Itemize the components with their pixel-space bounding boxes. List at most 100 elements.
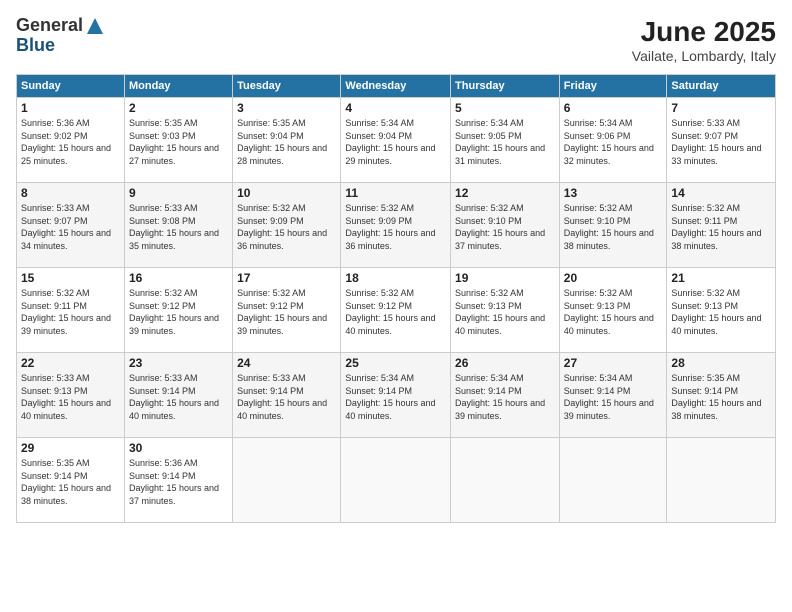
- day-number: 30: [129, 441, 228, 455]
- day-info: Sunrise: 5:32 AMSunset: 9:12 PMDaylight:…: [345, 288, 435, 336]
- day-info: Sunrise: 5:32 AMSunset: 9:13 PMDaylight:…: [455, 288, 545, 336]
- table-row: 17 Sunrise: 5:32 AMSunset: 9:12 PMDaylig…: [233, 268, 341, 353]
- calendar-table: Sunday Monday Tuesday Wednesday Thursday…: [16, 74, 776, 523]
- day-number: 11: [345, 186, 446, 200]
- day-number: 10: [237, 186, 336, 200]
- col-wednesday: Wednesday: [341, 75, 451, 98]
- logo-icon: [85, 16, 105, 36]
- table-row: 14 Sunrise: 5:32 AMSunset: 9:11 PMDaylig…: [667, 183, 776, 268]
- day-number: 15: [21, 271, 120, 285]
- day-info: Sunrise: 5:32 AMSunset: 9:12 PMDaylight:…: [129, 288, 219, 336]
- calendar-week-row: 1 Sunrise: 5:36 AMSunset: 9:02 PMDayligh…: [17, 98, 776, 183]
- day-number: 21: [671, 271, 771, 285]
- table-row: 6 Sunrise: 5:34 AMSunset: 9:06 PMDayligh…: [559, 98, 667, 183]
- table-row: 16 Sunrise: 5:32 AMSunset: 9:12 PMDaylig…: [124, 268, 232, 353]
- day-info: Sunrise: 5:34 AMSunset: 9:14 PMDaylight:…: [455, 373, 545, 421]
- day-info: Sunrise: 5:34 AMSunset: 9:14 PMDaylight:…: [345, 373, 435, 421]
- table-row: 15 Sunrise: 5:32 AMSunset: 9:11 PMDaylig…: [17, 268, 125, 353]
- day-number: 4: [345, 101, 446, 115]
- table-row: [667, 438, 776, 523]
- table-row: 9 Sunrise: 5:33 AMSunset: 9:08 PMDayligh…: [124, 183, 232, 268]
- day-number: 16: [129, 271, 228, 285]
- table-row: 13 Sunrise: 5:32 AMSunset: 9:10 PMDaylig…: [559, 183, 667, 268]
- location-title: Vailate, Lombardy, Italy: [632, 48, 776, 64]
- day-number: 24: [237, 356, 336, 370]
- month-title: June 2025: [632, 16, 776, 48]
- day-number: 28: [671, 356, 771, 370]
- day-number: 8: [21, 186, 120, 200]
- header: General Blue June 2025 Vailate, Lombardy…: [16, 16, 776, 64]
- table-row: [451, 438, 560, 523]
- logo: General Blue: [16, 16, 105, 56]
- day-info: Sunrise: 5:33 AMSunset: 9:14 PMDaylight:…: [237, 373, 327, 421]
- col-sunday: Sunday: [17, 75, 125, 98]
- day-number: 23: [129, 356, 228, 370]
- day-number: 20: [564, 271, 663, 285]
- table-row: 24 Sunrise: 5:33 AMSunset: 9:14 PMDaylig…: [233, 353, 341, 438]
- day-number: 17: [237, 271, 336, 285]
- col-friday: Friday: [559, 75, 667, 98]
- day-number: 22: [21, 356, 120, 370]
- day-info: Sunrise: 5:33 AMSunset: 9:07 PMDaylight:…: [21, 203, 111, 251]
- day-number: 25: [345, 356, 446, 370]
- table-row: 12 Sunrise: 5:32 AMSunset: 9:10 PMDaylig…: [451, 183, 560, 268]
- day-number: 6: [564, 101, 663, 115]
- day-info: Sunrise: 5:33 AMSunset: 9:07 PMDaylight:…: [671, 118, 761, 166]
- table-row: 22 Sunrise: 5:33 AMSunset: 9:13 PMDaylig…: [17, 353, 125, 438]
- table-row: 29 Sunrise: 5:35 AMSunset: 9:14 PMDaylig…: [17, 438, 125, 523]
- table-row: 1 Sunrise: 5:36 AMSunset: 9:02 PMDayligh…: [17, 98, 125, 183]
- day-info: Sunrise: 5:32 AMSunset: 9:10 PMDaylight:…: [564, 203, 654, 251]
- day-number: 13: [564, 186, 663, 200]
- day-number: 12: [455, 186, 555, 200]
- day-info: Sunrise: 5:32 AMSunset: 9:13 PMDaylight:…: [671, 288, 761, 336]
- calendar-week-row: 29 Sunrise: 5:35 AMSunset: 9:14 PMDaylig…: [17, 438, 776, 523]
- day-info: Sunrise: 5:32 AMSunset: 9:09 PMDaylight:…: [237, 203, 327, 251]
- table-row: 26 Sunrise: 5:34 AMSunset: 9:14 PMDaylig…: [451, 353, 560, 438]
- table-row: 2 Sunrise: 5:35 AMSunset: 9:03 PMDayligh…: [124, 98, 232, 183]
- table-row: 5 Sunrise: 5:34 AMSunset: 9:05 PMDayligh…: [451, 98, 560, 183]
- table-row: 23 Sunrise: 5:33 AMSunset: 9:14 PMDaylig…: [124, 353, 232, 438]
- table-row: 19 Sunrise: 5:32 AMSunset: 9:13 PMDaylig…: [451, 268, 560, 353]
- day-info: Sunrise: 5:35 AMSunset: 9:14 PMDaylight:…: [21, 458, 111, 506]
- day-number: 1: [21, 101, 120, 115]
- day-number: 7: [671, 101, 771, 115]
- calendar-week-row: 15 Sunrise: 5:32 AMSunset: 9:11 PMDaylig…: [17, 268, 776, 353]
- day-number: 26: [455, 356, 555, 370]
- day-info: Sunrise: 5:34 AMSunset: 9:04 PMDaylight:…: [345, 118, 435, 166]
- day-info: Sunrise: 5:32 AMSunset: 9:10 PMDaylight:…: [455, 203, 545, 251]
- col-saturday: Saturday: [667, 75, 776, 98]
- day-info: Sunrise: 5:33 AMSunset: 9:08 PMDaylight:…: [129, 203, 219, 251]
- table-row: 28 Sunrise: 5:35 AMSunset: 9:14 PMDaylig…: [667, 353, 776, 438]
- table-row: [341, 438, 451, 523]
- day-number: 18: [345, 271, 446, 285]
- day-number: 5: [455, 101, 555, 115]
- day-info: Sunrise: 5:35 AMSunset: 9:03 PMDaylight:…: [129, 118, 219, 166]
- day-number: 19: [455, 271, 555, 285]
- day-info: Sunrise: 5:36 AMSunset: 9:14 PMDaylight:…: [129, 458, 219, 506]
- day-info: Sunrise: 5:33 AMSunset: 9:14 PMDaylight:…: [129, 373, 219, 421]
- table-row: 18 Sunrise: 5:32 AMSunset: 9:12 PMDaylig…: [341, 268, 451, 353]
- table-row: 4 Sunrise: 5:34 AMSunset: 9:04 PMDayligh…: [341, 98, 451, 183]
- day-info: Sunrise: 5:34 AMSunset: 9:14 PMDaylight:…: [564, 373, 654, 421]
- table-row: 25 Sunrise: 5:34 AMSunset: 9:14 PMDaylig…: [341, 353, 451, 438]
- table-row: 10 Sunrise: 5:32 AMSunset: 9:09 PMDaylig…: [233, 183, 341, 268]
- day-number: 14: [671, 186, 771, 200]
- table-row: 8 Sunrise: 5:33 AMSunset: 9:07 PMDayligh…: [17, 183, 125, 268]
- day-info: Sunrise: 5:33 AMSunset: 9:13 PMDaylight:…: [21, 373, 111, 421]
- calendar-header-row: Sunday Monday Tuesday Wednesday Thursday…: [17, 75, 776, 98]
- title-block: June 2025 Vailate, Lombardy, Italy: [632, 16, 776, 64]
- table-row: 11 Sunrise: 5:32 AMSunset: 9:09 PMDaylig…: [341, 183, 451, 268]
- day-number: 3: [237, 101, 336, 115]
- table-row: 21 Sunrise: 5:32 AMSunset: 9:13 PMDaylig…: [667, 268, 776, 353]
- page: General Blue June 2025 Vailate, Lombardy…: [0, 0, 792, 612]
- day-number: 27: [564, 356, 663, 370]
- day-number: 2: [129, 101, 228, 115]
- day-number: 9: [129, 186, 228, 200]
- day-info: Sunrise: 5:32 AMSunset: 9:11 PMDaylight:…: [671, 203, 761, 251]
- calendar-week-row: 8 Sunrise: 5:33 AMSunset: 9:07 PMDayligh…: [17, 183, 776, 268]
- table-row: 30 Sunrise: 5:36 AMSunset: 9:14 PMDaylig…: [124, 438, 232, 523]
- day-info: Sunrise: 5:36 AMSunset: 9:02 PMDaylight:…: [21, 118, 111, 166]
- table-row: 3 Sunrise: 5:35 AMSunset: 9:04 PMDayligh…: [233, 98, 341, 183]
- day-number: 29: [21, 441, 120, 455]
- col-monday: Monday: [124, 75, 232, 98]
